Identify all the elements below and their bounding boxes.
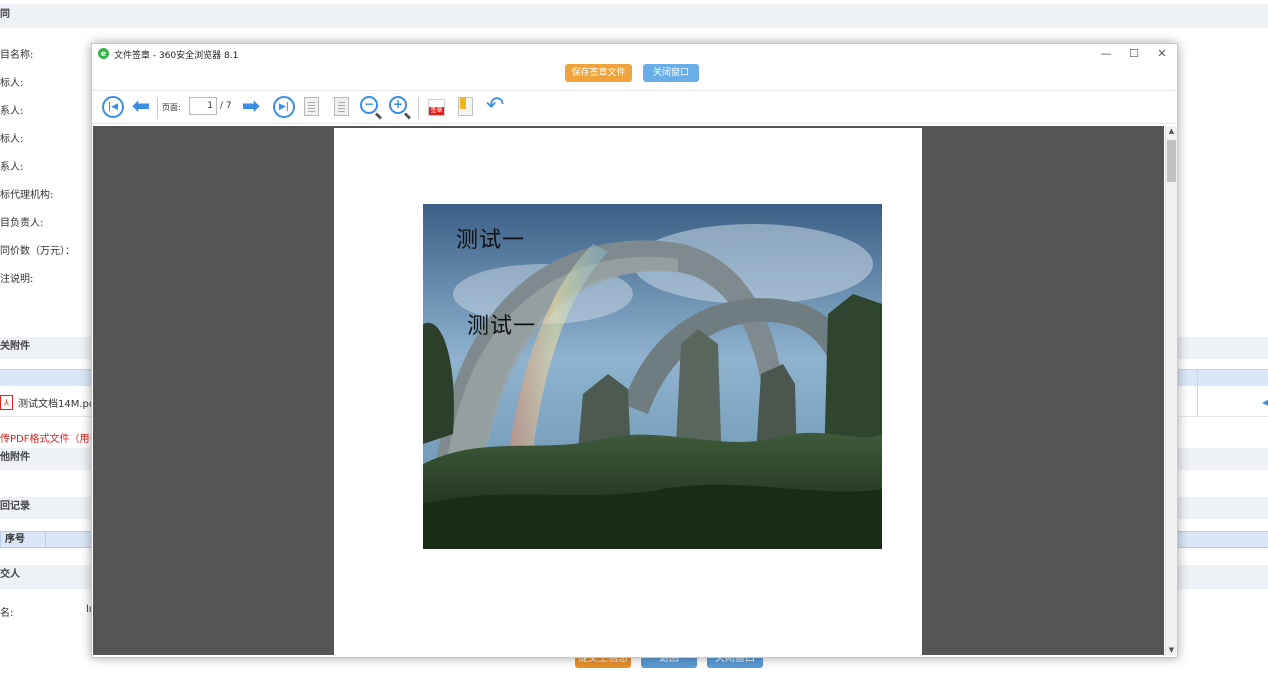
save-signed-file-button[interactable]: 保存签章文件 <box>565 64 632 82</box>
maximize-icon[interactable]: ☐ <box>1125 47 1143 61</box>
field-label-bidder: 标人: <box>0 78 24 89</box>
sign-stamp-label: 签章 <box>429 107 444 115</box>
page-total: / 7 <box>220 101 232 111</box>
section-attachments-label: 关附件 <box>0 341 30 352</box>
column-divider <box>45 532 46 547</box>
close-icon[interactable]: ✕ <box>1153 47 1171 61</box>
attachment-file-link[interactable]: 测试文档14M.pdf <box>18 395 99 410</box>
zoom-out-icon[interactable]: − <box>360 96 378 114</box>
minimize-icon[interactable]: — <box>1097 47 1115 61</box>
360-browser-icon: e <box>98 48 109 59</box>
section-header-label: 同 <box>0 9 10 20</box>
field-label-remarks: 注说明: <box>0 274 34 285</box>
name-label: 名: <box>0 608 14 619</box>
field-label-contact: 系人: <box>0 106 24 117</box>
window-titlebar[interactable]: e 文件签章 - 360安全浏览器 8.1 — ☐ ✕ <box>92 44 1177 64</box>
continuous-page-icon[interactable] <box>334 97 349 116</box>
undo-icon[interactable]: ↶ <box>486 94 504 118</box>
toolbar-separator <box>418 98 419 118</box>
field-label-contract-price: 同价数（万元）： <box>0 246 75 257</box>
field-label-project-lead: 目负责人: <box>0 218 44 229</box>
stamp-text-2[interactable]: 测试一 <box>467 308 536 340</box>
single-page-icon[interactable] <box>304 97 319 116</box>
seq-column-header: 序号 <box>5 534 25 545</box>
file-sign-popup-window: e 文件签章 - 360安全浏览器 8.1 — ☐ ✕ 保存签章文件 关闭窗口 … <box>91 43 1178 658</box>
action-button-row: 保存签章文件 关闭窗口 <box>92 64 1177 86</box>
bookmark-icon[interactable] <box>458 97 473 116</box>
pdf-page: 测试一 测试一 <box>334 128 922 655</box>
field-label-project-name: 目名称: <box>0 50 34 61</box>
scroll-thumb[interactable] <box>1167 140 1176 182</box>
section-header-contract: 同 <box>0 4 1268 28</box>
field-label-tenderer: 标人: <box>0 134 24 145</box>
vertical-scrollbar[interactable]: ▲ ▼ <box>1165 126 1177 655</box>
prev-page-icon[interactable]: ⬅ <box>130 96 152 118</box>
sign-stamp-icon[interactable]: 签章 <box>428 99 445 116</box>
table-divider <box>1197 369 1198 417</box>
last-page-icon[interactable]: ▶| <box>273 96 295 118</box>
page-number-input[interactable]: 1 <box>189 97 217 115</box>
pdf-viewer-area[interactable]: 测试一 测试一 <box>93 126 1164 655</box>
window-title: 文件签章 - 360安全浏览器 8.1 <box>114 51 239 61</box>
field-label-contact-2: 系人: <box>0 162 24 173</box>
zoom-in-icon[interactable]: + <box>389 96 407 114</box>
section-records-label: 回记录 <box>0 501 30 512</box>
expand-arrow-icon[interactable]: ◀ <box>1262 395 1268 409</box>
pdf-format-note: 传PDF格式文件（用于 <box>0 434 100 445</box>
landscape-photo <box>423 204 882 549</box>
stamp-text-1[interactable]: 测试一 <box>456 222 525 254</box>
close-window-button[interactable]: 关闭窗口 <box>643 64 699 82</box>
pdf-file-icon: ⅄ <box>0 395 13 410</box>
page-label: 页面: <box>162 103 181 112</box>
next-page-icon[interactable]: ➡ <box>240 96 262 118</box>
field-label-agency: 标代理机构: <box>0 190 54 201</box>
document-image: 测试一 测试一 <box>423 204 882 549</box>
section-other-attachments-label: 他附件 <box>0 452 30 463</box>
section-submitter-label: 交人 <box>0 569 20 580</box>
scroll-down-icon[interactable]: ▼ <box>1166 646 1177 654</box>
scroll-up-icon[interactable]: ▲ <box>1166 127 1177 135</box>
pdf-toolbar: |◀ ⬅ 页面: 1 / 7 ➡ ▶| − + 签章 ↶ <box>92 90 1175 124</box>
toolbar-separator <box>157 98 158 118</box>
first-page-icon[interactable]: |◀ <box>102 96 124 118</box>
